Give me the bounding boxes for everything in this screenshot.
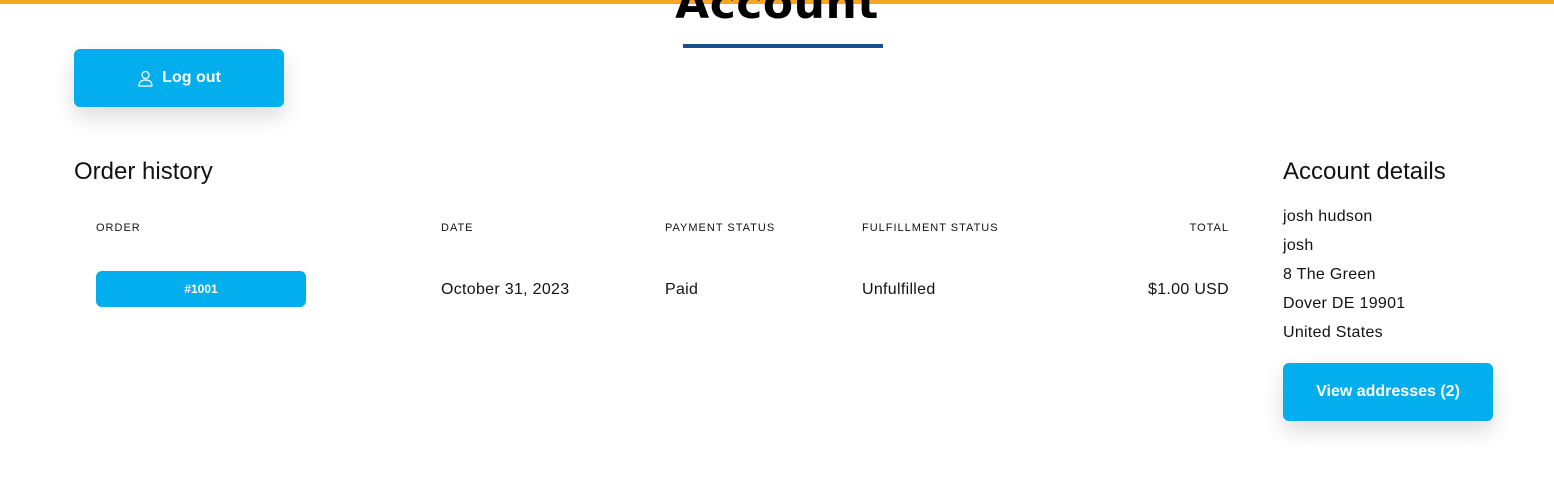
address-line: Dover DE 19901 xyxy=(1283,295,1406,312)
logout-button[interactable]: Log out xyxy=(74,49,284,107)
account-details-title: Account details xyxy=(1283,158,1446,185)
order-fulfillment-status: Unfulfilled xyxy=(862,281,936,298)
order-link-button[interactable]: #1001 xyxy=(96,271,306,307)
user-icon xyxy=(137,70,154,87)
address-line: josh xyxy=(1283,237,1314,254)
view-addresses-button[interactable]: View addresses (2) xyxy=(1283,363,1493,421)
column-header-fulfillment-status: FULFILLMENT STATUS xyxy=(862,222,999,234)
title-underline xyxy=(683,44,883,48)
order-total: $1.00 USD xyxy=(1148,281,1229,298)
column-header-total: TOTAL xyxy=(1189,222,1229,234)
page-title: Account xyxy=(675,0,879,29)
address-line: 8 The Green xyxy=(1283,266,1376,283)
order-history-title: Order history xyxy=(74,158,213,185)
order-date: October 31, 2023 xyxy=(441,281,570,298)
column-header-date: DATE xyxy=(441,222,474,234)
column-header-payment-status: PAYMENT STATUS xyxy=(665,222,776,234)
account-details-list: josh hudson josh 8 The Green Dover DE 19… xyxy=(1283,202,1406,347)
order-payment-status: Paid xyxy=(665,281,699,298)
address-country: United States xyxy=(1283,324,1383,341)
account-name: josh hudson xyxy=(1283,208,1373,225)
logout-label: Log out xyxy=(162,69,221,86)
column-header-order: ORDER xyxy=(96,222,141,234)
